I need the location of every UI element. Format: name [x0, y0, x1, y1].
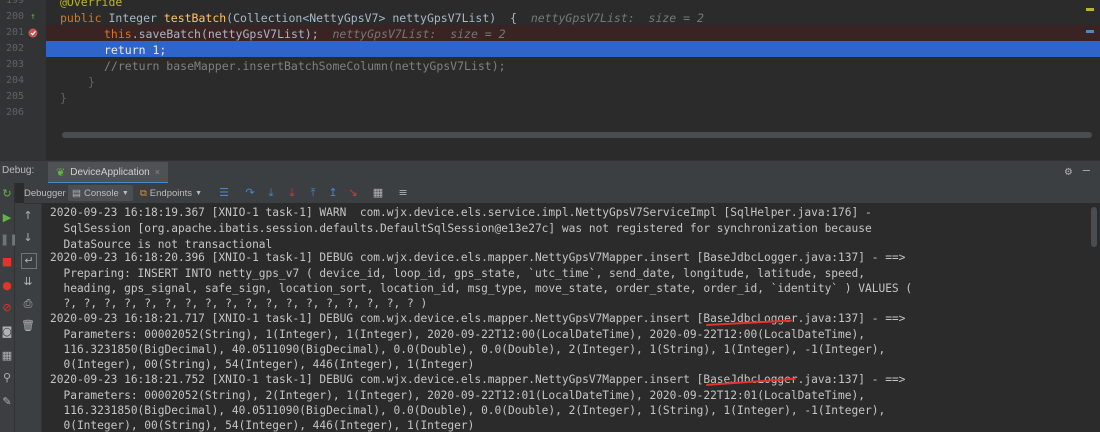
code-line-return: return 1; — [104, 42, 166, 58]
view-breakpoints-icon[interactable]: ● — [0, 279, 14, 293]
code-line-close-class: } — [60, 91, 67, 105]
pin-icon[interactable]: ✎ — [0, 395, 14, 409]
minimize-icon[interactable]: – — [1083, 163, 1090, 177]
code-line-annotation: @Override — [60, 0, 122, 10]
method-params: (Collection<NettyGpsV7> nettyGpsV7List) … — [226, 11, 517, 25]
rerun-icon[interactable]: ↻ — [0, 187, 14, 201]
pause-icon[interactable]: ❚❚ — [0, 233, 18, 247]
code-line-comment: //return baseMapper.insertBatchSomeColum… — [104, 59, 506, 73]
code-line-close-brace: } — [88, 75, 95, 89]
line-number: 199 — [5, 0, 24, 6]
layout-icon[interactable]: ▦ — [0, 349, 14, 363]
error-stripe-marker[interactable] — [1086, 8, 1094, 11]
vertical-scrollbar[interactable] — [1091, 207, 1097, 247]
horizontal-scrollbar[interactable] — [62, 132, 1092, 138]
drop-frame-icon[interactable]: ↥ — [326, 186, 340, 200]
line-number: 206 — [5, 107, 24, 118]
line-number: 201 — [5, 27, 24, 38]
log-line: 116.3231850(BigDecimal), 40.0511090(BigD… — [50, 343, 886, 356]
code-editor[interactable]: 199 200 201 202 203 204 205 206 ↑ @Overr… — [0, 0, 1100, 160]
line-number: 200 — [5, 11, 24, 22]
resume-icon[interactable]: ▶ — [0, 211, 14, 225]
left-tool-strip: ↻ ▶ ❚❚ ■ ● ⊘ ◙ ▦ ⚲ ✎ — [0, 183, 18, 432]
error-stripe-marker[interactable] — [1086, 30, 1094, 33]
keyword: return — [104, 43, 146, 57]
breakpoint-icon[interactable] — [28, 28, 38, 38]
console-side-toolbar: ↑ ↓ ↵ ⇊ ⎙ 🗑 — [15, 203, 42, 432]
log-line: 2020-09-23 16:18:19.367 [XNIO-1 task-1] … — [50, 206, 872, 219]
call-text: .saveBatch(nettyGpsV7List); — [131, 27, 319, 41]
tab-console[interactable]: ▤ Console ▼ — [68, 185, 133, 201]
search-icon[interactable]: ⚲ — [0, 371, 14, 385]
inline-debug-hint: nettyGpsV7List: size = 2 — [516, 11, 704, 25]
tab-endpoints[interactable]: ⧉ Endpoints ▼ — [136, 185, 206, 201]
return-type: Integer — [101, 11, 164, 25]
method-name: testBatch — [163, 11, 227, 25]
log-line: 2020-09-23 16:18:21.717 [XNIO-1 task-1] … — [50, 312, 906, 325]
step-into-icon[interactable]: ⤓ — [264, 186, 278, 200]
log-line: 116.3231850(BigDecimal), 40.0511090(BigD… — [50, 404, 886, 417]
log-line: Preparing: INSERT INTO netty_gps_v7 ( de… — [50, 267, 865, 280]
chevron-down-icon: ▼ — [121, 189, 129, 197]
scroll-to-end-icon[interactable]: ⇊ — [21, 275, 35, 289]
log-line: Parameters: 00002052(String), 2(Integer)… — [50, 389, 865, 402]
override-marker-icon[interactable]: ↑ — [28, 12, 38, 22]
run-config-tab[interactable]: ❦ DeviceApplication × — [48, 162, 168, 184]
console-output[interactable]: 2020-09-23 16:18:19.367 [XNIO-1 task-1] … — [42, 203, 1100, 432]
down-arrow-icon[interactable]: ↓ — [21, 231, 35, 245]
close-tab-icon[interactable]: × — [155, 167, 160, 177]
tab-endpoints-label: Endpoints — [149, 187, 193, 199]
up-arrow-icon[interactable]: ↑ — [21, 209, 35, 223]
step-out-icon[interactable]: ⤒ — [306, 186, 320, 200]
endpoints-icon: ⧉ — [140, 187, 147, 199]
line-number: 203 — [5, 59, 24, 70]
soft-wrap-icon[interactable]: ↵ — [21, 253, 37, 269]
inline-debug-hint: nettyGpsV7List: size = 2 — [318, 27, 506, 41]
debug-tool-window-header: Debug: ❦ DeviceApplication × ⚙ – — [0, 160, 1100, 184]
camera-icon[interactable]: ◙ — [0, 325, 14, 339]
debugger-toolbar: Debugger ▤ Console ▼ ⧉ Endpoints ▼ ☰ ↷ ⤓ ⤓ ⤒… — [24, 183, 1100, 204]
debug-label: Debug: — [2, 165, 35, 176]
print-icon[interactable]: ⎙ — [21, 297, 35, 311]
tab-debugger-label: Debugger — [24, 187, 66, 199]
spring-leaf-icon: ❦ — [56, 166, 66, 179]
return-value: 1; — [145, 43, 167, 57]
step-over-icon[interactable]: ↷ — [243, 186, 257, 200]
run-config-label: DeviceApplication — [70, 166, 150, 178]
stop-icon[interactable]: ■ — [0, 255, 14, 269]
code-line-signature: public Integer testBatch(Collection<Nett… — [60, 10, 704, 26]
log-line: Parameters: 00002052(String), 1(Integer)… — [50, 328, 865, 341]
gear-icon[interactable]: ⚙ — [1065, 164, 1072, 178]
log-line: 0(Integer), 00(String), 54(Integer), 446… — [50, 419, 475, 432]
evaluate-expression-icon[interactable]: ▦ — [371, 186, 385, 200]
annotation-text: @Override — [60, 0, 123, 9]
chevron-down-icon: ▼ — [195, 189, 202, 197]
tab-console-label: Console — [83, 187, 119, 199]
keyword: this — [104, 27, 132, 41]
line-number: 204 — [5, 75, 24, 86]
editor-gutter[interactable]: 199 200 201 202 203 204 205 206 ↑ — [0, 0, 46, 160]
console-icon: ▤ — [72, 187, 81, 199]
clear-all-icon[interactable]: 🗑 — [21, 319, 35, 333]
tab-debugger[interactable]: Debugger — [20, 185, 70, 201]
line-number: 202 — [5, 43, 24, 54]
line-number: 205 — [5, 91, 24, 102]
log-line: 2020-09-23 16:18:20.396 [XNIO-1 task-1] … — [50, 251, 906, 264]
run-to-cursor-icon[interactable]: ↘ — [346, 186, 360, 200]
log-line: 0(Integer), 00(String), 54(Integer), 446… — [50, 358, 475, 371]
force-step-into-icon[interactable]: ⤓ — [285, 186, 299, 200]
more-icon[interactable]: ≡ — [396, 186, 410, 200]
log-line: SqlSession [org.apache.ibatis.session.de… — [50, 222, 872, 235]
code-line-call: this.saveBatch(nettyGpsV7List); nettyGps… — [104, 26, 506, 42]
show-execution-point-icon[interactable]: ☰ — [217, 186, 231, 200]
mute-breakpoints-icon[interactable]: ⊘ — [0, 301, 14, 315]
log-line: ?, ?, ?, ?, ?, ?, ?, ?, ?, ?, ?, ?, ?, ?… — [50, 297, 428, 310]
keyword: public — [60, 11, 102, 25]
log-line: heading, gps_signal, safe_sign, location… — [50, 282, 913, 295]
